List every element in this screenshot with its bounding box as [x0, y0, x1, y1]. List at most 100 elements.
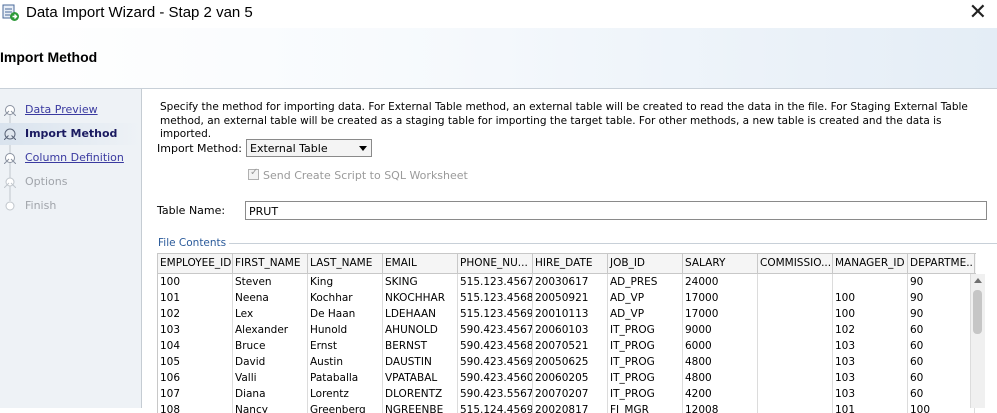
table-row[interactable]: 106 Valli Pataballa VPATABAL 590.423.4560 200…: [158, 370, 976, 386]
table-row[interactable]: 105 David Austin DAUSTIN 590.423.4569 2005062…: [158, 354, 976, 370]
table-cell[interactable]: 20070521: [533, 338, 608, 354]
scrollbar-thumb[interactable]: [973, 290, 982, 334]
table-row[interactable]: 103 Alexander Hunold AHUNOLD 590.423.4567 200…: [158, 322, 976, 338]
table-cell[interactable]: De Haan: [308, 306, 383, 322]
table-cell[interactable]: 9000: [683, 322, 758, 338]
step-import-method[interactable]: Import Method: [0, 123, 141, 145]
table-cell[interactable]: DLORENTZ: [383, 386, 458, 402]
table-cell[interactable]: 20050625: [533, 354, 608, 370]
table-cell[interactable]: [758, 370, 833, 386]
table-cell[interactable]: 90: [908, 290, 975, 306]
table-cell[interactable]: 103: [158, 322, 233, 338]
table-cell[interactable]: 102: [833, 322, 908, 338]
table-cell[interactable]: 515.123.4568: [458, 290, 533, 306]
table-cell[interactable]: IT_PROG: [608, 338, 683, 354]
step-label[interactable]: Column Definition: [25, 151, 124, 164]
table-cell[interactable]: Bruce: [233, 338, 308, 354]
import-method-select[interactable]: External Table: [246, 139, 372, 157]
table-cell[interactable]: AD_PRES: [608, 274, 683, 290]
table-cell[interactable]: [758, 354, 833, 370]
table-cell[interactable]: 20050921: [533, 290, 608, 306]
table-cell[interactable]: Pataballa: [308, 370, 383, 386]
table-cell[interactable]: 20010113: [533, 306, 608, 322]
table-cell[interactable]: NKOCHHAR: [383, 290, 458, 306]
scroll-up-arrow-icon[interactable]: [974, 278, 982, 283]
table-cell[interactable]: 100: [833, 306, 908, 322]
table-cell[interactable]: 103: [833, 370, 908, 386]
table-cell[interactable]: LDEHAAN: [383, 306, 458, 322]
table-cell[interactable]: [758, 338, 833, 354]
table-cell[interactable]: 107: [158, 386, 233, 402]
table-cell[interactable]: 103: [833, 386, 908, 402]
table-cell[interactable]: 590.423.4560: [458, 370, 533, 386]
table-cell[interactable]: Steven: [233, 274, 308, 290]
table-cell[interactable]: VPATABAL: [383, 370, 458, 386]
column-header[interactable]: HIRE_DATE: [533, 254, 608, 273]
table-cell[interactable]: 590.423.5567: [458, 386, 533, 402]
table-cell[interactable]: King: [308, 274, 383, 290]
table-cell[interactable]: Neena: [233, 290, 308, 306]
table-cell[interactable]: IT_PROG: [608, 322, 683, 338]
table-cell[interactable]: Lorentz: [308, 386, 383, 402]
column-header[interactable]: MANAGER_ID: [833, 254, 908, 273]
table-cell[interactable]: 4800: [683, 370, 758, 386]
table-cell[interactable]: AD_VP: [608, 290, 683, 306]
table-cell[interactable]: [758, 290, 833, 306]
table-cell[interactable]: 100: [158, 274, 233, 290]
table-cell[interactable]: 515.123.4567: [458, 274, 533, 290]
table-cell[interactable]: 4800: [683, 354, 758, 370]
table-cell[interactable]: 104: [158, 338, 233, 354]
step-label[interactable]: Import Method: [25, 127, 117, 140]
table-cell[interactable]: 103: [833, 338, 908, 354]
table-row[interactable]: 104 Bruce Ernst BERNST 590.423.4568 20070521 I…: [158, 338, 976, 354]
table-cell[interactable]: Alexander: [233, 322, 308, 338]
table-cell[interactable]: Ernst: [308, 338, 383, 354]
table-cell[interactable]: 105: [158, 354, 233, 370]
column-header[interactable]: DEPARTME...: [908, 254, 975, 273]
table-cell[interactable]: 20070207: [533, 386, 608, 402]
column-header[interactable]: EMPLOYEE_ID: [158, 254, 233, 273]
vertical-scrollbar[interactable]: [970, 274, 985, 408]
table-cell[interactable]: IT_PROG: [608, 354, 683, 370]
table-cell[interactable]: 590.423.4569: [458, 354, 533, 370]
table-cell[interactable]: David: [233, 354, 308, 370]
table-cell[interactable]: 24000: [683, 274, 758, 290]
table-cell[interactable]: AD_VP: [608, 306, 683, 322]
step-column-definition[interactable]: Column Definition: [0, 147, 141, 169]
table-cell[interactable]: 6000: [683, 338, 758, 354]
table-cell[interactable]: 590.423.4568: [458, 338, 533, 354]
table-cell[interactable]: Lex: [233, 306, 308, 322]
table-cell[interactable]: [758, 274, 833, 290]
table-cell[interactable]: Valli: [233, 370, 308, 386]
table-cell[interactable]: Austin: [308, 354, 383, 370]
table-cell[interactable]: 90: [908, 306, 975, 322]
step-data-preview[interactable]: Data Preview: [0, 99, 141, 121]
send-script-checkbox[interactable]: ✓: [248, 167, 259, 180]
table-cell[interactable]: Diana: [233, 386, 308, 402]
table-cell[interactable]: 17000: [683, 290, 758, 306]
table-cell[interactable]: 90: [908, 274, 975, 290]
column-header[interactable]: LAST_NAME: [308, 254, 383, 273]
table-cell[interactable]: [758, 386, 833, 402]
table-cell[interactable]: 60: [908, 370, 975, 386]
file-contents-table[interactable]: EMPLOYEE_ID FIRST_NAME LAST_NAME EMAIL PHONE…: [157, 253, 976, 413]
table-cell[interactable]: 590.423.4567: [458, 322, 533, 338]
table-cell[interactable]: 20060205: [533, 370, 608, 386]
step-label[interactable]: Data Preview: [25, 103, 98, 116]
table-cell[interactable]: 60: [908, 338, 975, 354]
table-cell[interactable]: 20030617: [533, 274, 608, 290]
table-cell[interactable]: 515.123.4569: [458, 306, 533, 322]
table-cell[interactable]: [758, 322, 833, 338]
close-icon[interactable]: ✕: [969, 1, 987, 25]
table-cell[interactable]: IT_PROG: [608, 386, 683, 402]
column-header[interactable]: JOB_ID: [608, 254, 683, 273]
table-cell[interactable]: 102: [158, 306, 233, 322]
table-cell[interactable]: DAUSTIN: [383, 354, 458, 370]
table-cell[interactable]: 4200: [683, 386, 758, 402]
table-cell[interactable]: 60: [908, 354, 975, 370]
table-cell[interactable]: 20060103: [533, 322, 608, 338]
table-cell[interactable]: BERNST: [383, 338, 458, 354]
table-cell[interactable]: 106: [158, 370, 233, 386]
table-cell[interactable]: SKING: [383, 274, 458, 290]
table-cell[interactable]: [833, 274, 908, 290]
